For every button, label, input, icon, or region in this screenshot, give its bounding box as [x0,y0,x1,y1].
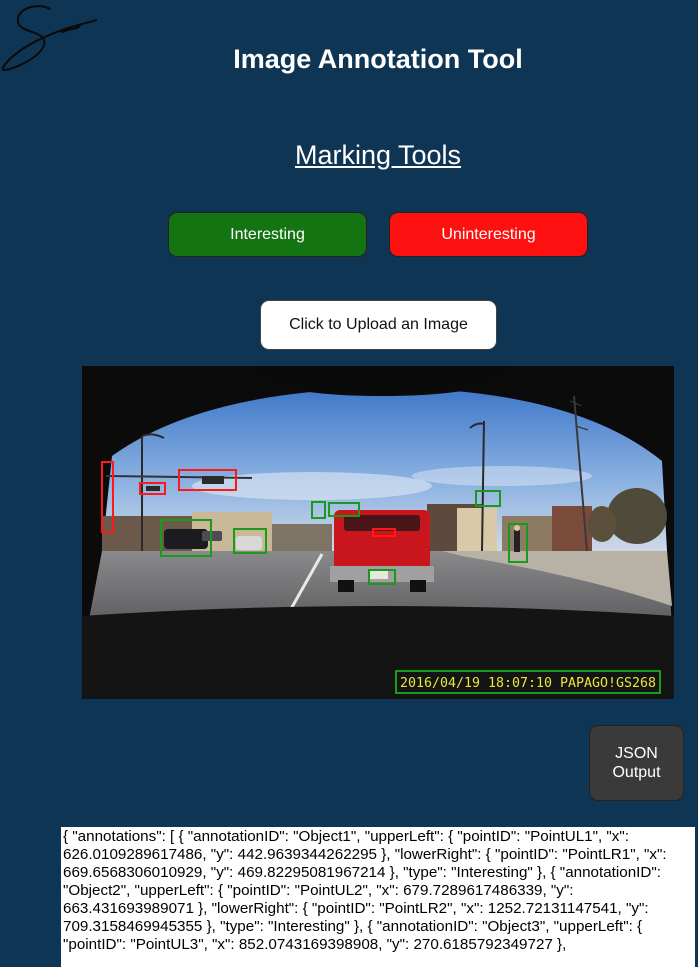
annotation-canvas[interactable]: 2016/04/19 18:07:10 PAPAGO!GS268 [82,366,674,699]
json-output-button[interactable]: JSON Output [589,725,684,801]
interesting-button[interactable]: Interesting [168,212,367,257]
app-title: Image Annotation Tool [233,44,523,74]
uninteresting-button[interactable]: Uninteresting [389,212,588,257]
marking-tools-heading: Marking Tools [294,140,462,170]
upload-image-button[interactable]: Click to Upload an Image [260,300,497,350]
timestamp-overlay: 2016/04/19 18:07:10 PAPAGO!GS268 [400,676,656,691]
dashcam-image: 2016/04/19 18:07:10 PAPAGO!GS268 [82,366,674,699]
json-output-text: { "annotations": [ { "annotationID": "Ob… [61,827,695,967]
